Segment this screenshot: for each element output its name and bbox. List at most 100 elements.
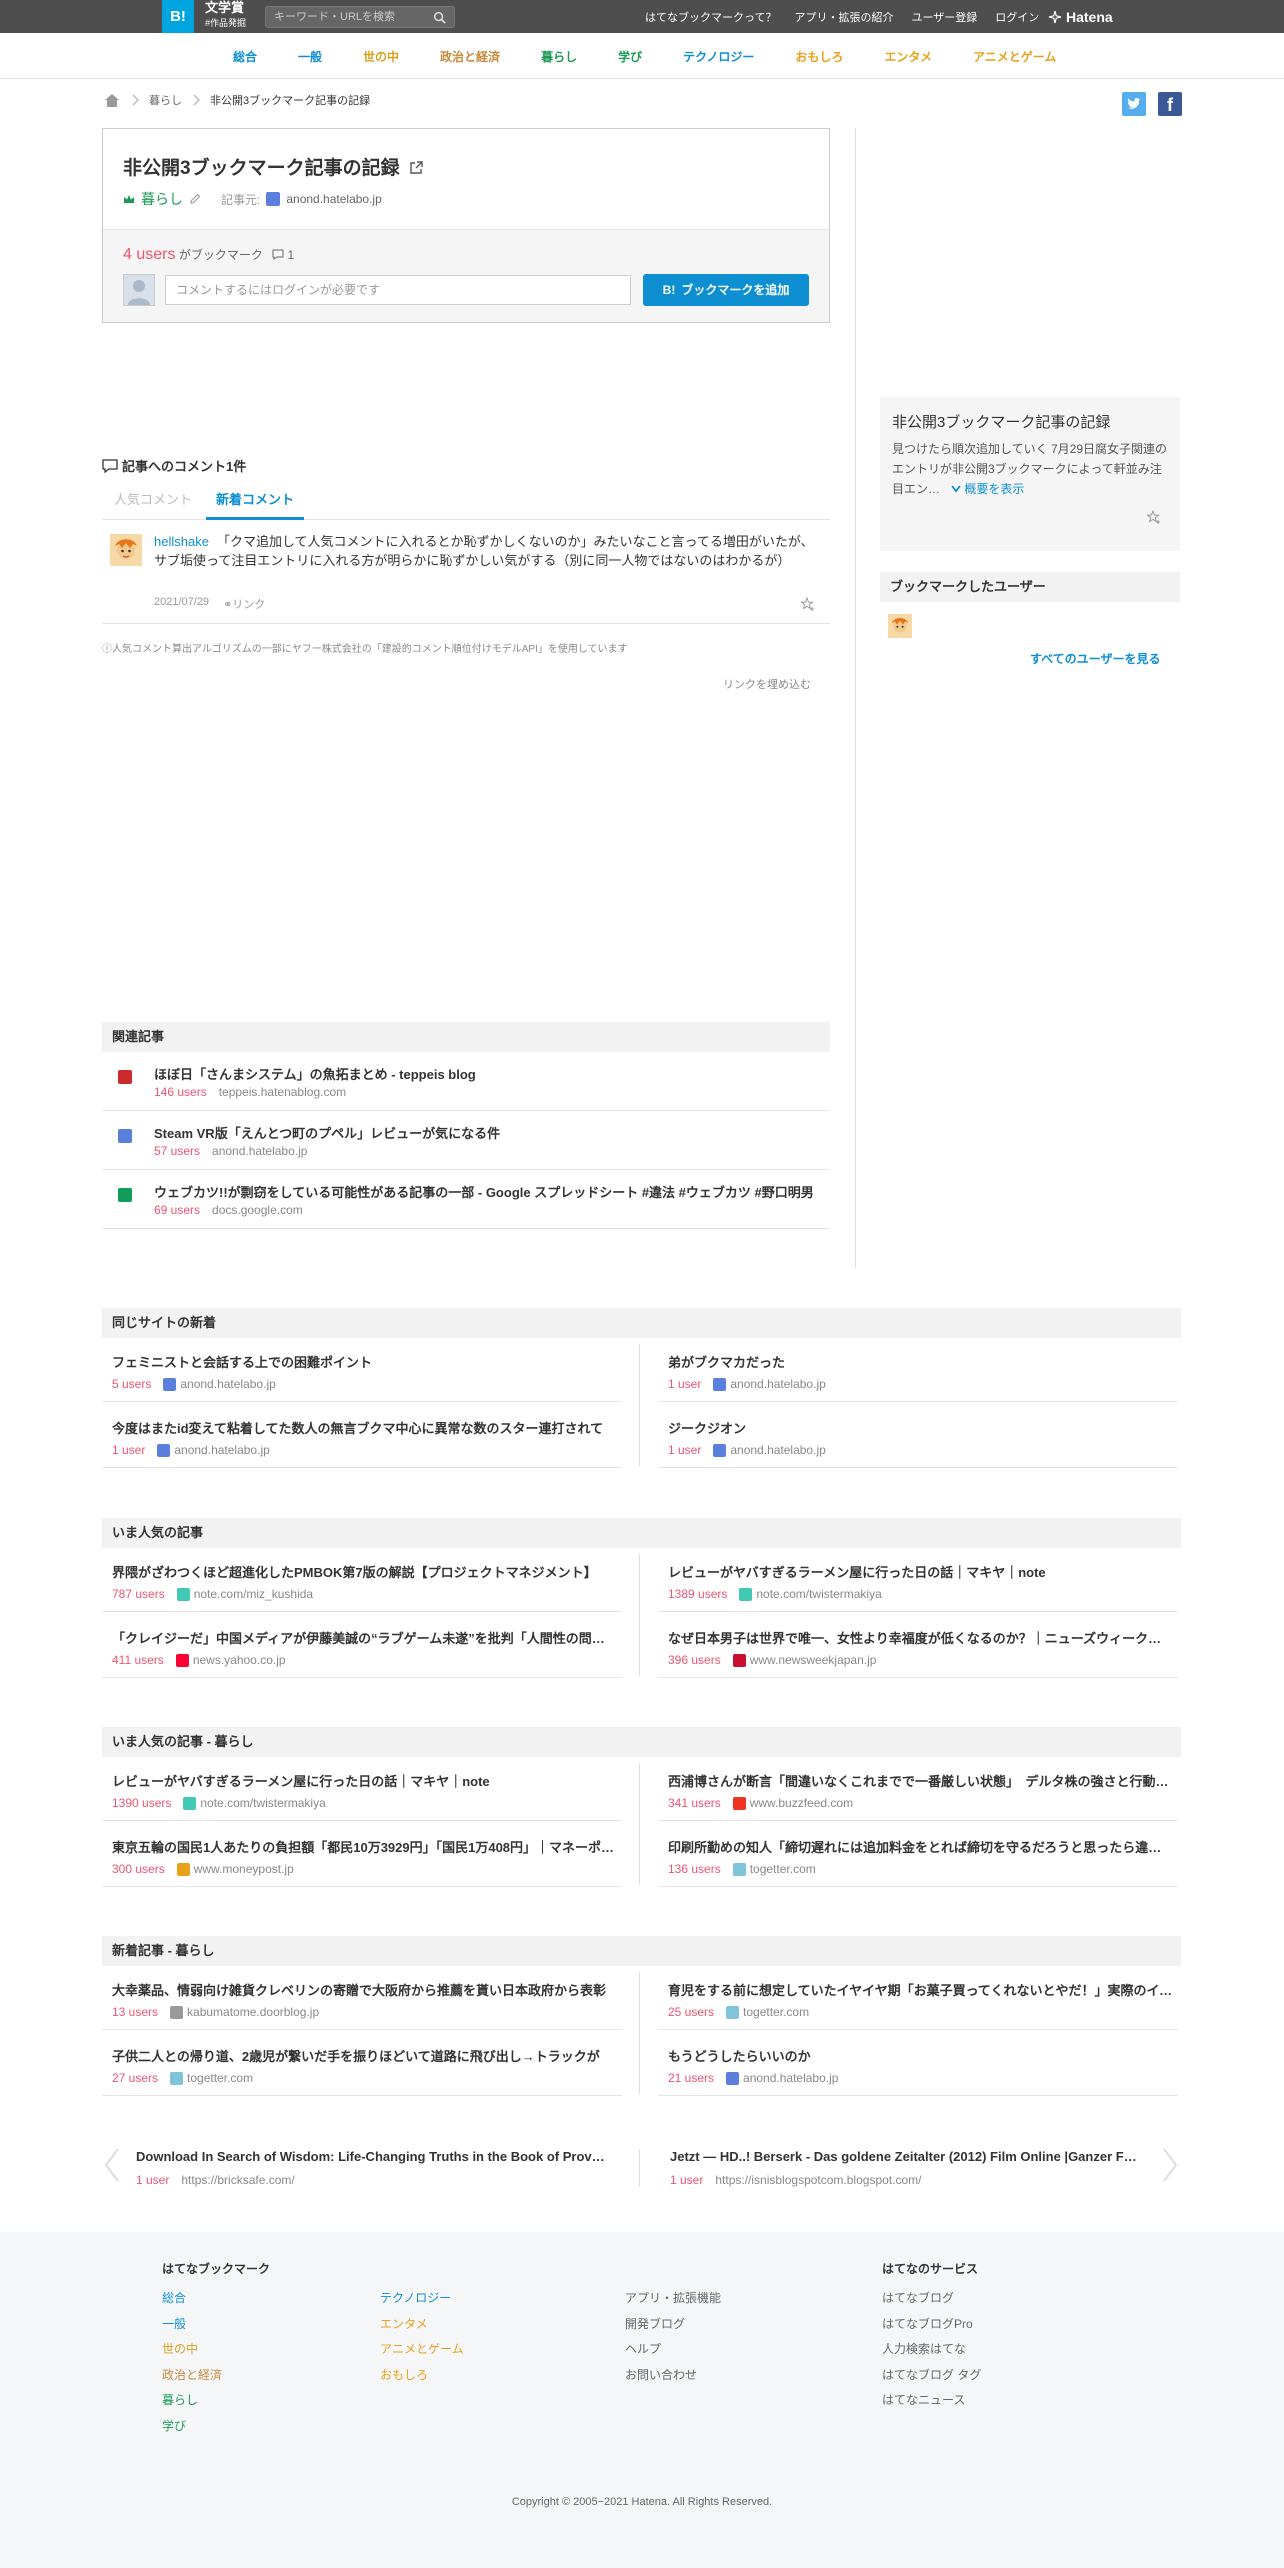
signup-link[interactable]: ユーザー登録 — [911, 9, 977, 25]
footer-link[interactable]: はてなブログPro — [882, 2312, 981, 2338]
entry-card-users[interactable]: 1 user — [112, 1443, 145, 1457]
entry-card-title[interactable]: ジークジオン — [668, 1418, 1173, 1437]
entry-title[interactable]: 非公開3ブックマーク記事の記録 — [123, 153, 424, 180]
login-link[interactable]: ログイン — [995, 9, 1039, 25]
entry-card-title[interactable]: 弟がブクマカだった — [668, 1352, 1173, 1371]
facebook-share-button[interactable]: f — [1158, 92, 1182, 116]
campaign-logo[interactable]: 文学賞 #作品発掘 — [205, 2, 246, 30]
tab-popular-comments[interactable]: 人気コメント — [114, 482, 192, 520]
entry-card[interactable]: 弟がブクマカだった 1 user anond.hatelabo.jp — [658, 1340, 1178, 1402]
entry-card-users[interactable]: 1 user — [668, 1443, 701, 1457]
entry-card-title[interactable]: レビューがヤバすぎるラーメン屋に行った日の話｜マキヤ｜note — [668, 1562, 1173, 1581]
comment-permalink[interactable]: ⚭リンク — [223, 596, 265, 612]
entry-card-title[interactable]: フェミニストと会話する上での困難ポイント — [112, 1352, 617, 1371]
entry-domain[interactable]: anond.hatelabo.jp — [286, 192, 381, 206]
category-tab[interactable]: 世の中 — [363, 48, 399, 65]
entry-card-users[interactable]: 25 users — [668, 2005, 714, 2019]
tab-new-comments[interactable]: 新着コメント — [206, 482, 305, 520]
carousel-item[interactable]: Download In Search of Wisdom: Life-Chang… — [136, 2135, 616, 2199]
hatena-bookmark-logo[interactable]: B! — [162, 0, 194, 33]
entry-card-title[interactable]: 西浦博さんが断言「間違いなくこれまでで一番厳しい状態」 デルタ株の強さと行動変容 — [668, 1771, 1173, 1790]
footer-link[interactable]: 総合 — [162, 2286, 222, 2312]
entry-card-users[interactable]: 1390 users — [112, 1796, 171, 1810]
footer-link[interactable]: おもしろ — [380, 2363, 464, 2389]
entry-card-users[interactable]: 5 users — [112, 1377, 151, 1391]
footer-link[interactable]: テクノロジー — [380, 2286, 464, 2312]
entry-card[interactable]: 印刷所勤めの知人「締切遅れには追加料金をとれば締切を守るだろうと思ったら違った」… — [658, 1825, 1178, 1887]
entry-card-users[interactable]: 1 user — [668, 1377, 701, 1391]
related-item-title[interactable]: Steam VR版「えんとつ町のプペル」レビューが気になる件 — [154, 1123, 500, 1142]
entry-card[interactable]: 西浦博さんが断言「間違いなくこれまでで一番厳しい状態」 デルタ株の強さと行動変容… — [658, 1759, 1178, 1821]
entry-card-users[interactable]: 396 users — [668, 1653, 721, 1667]
home-icon[interactable] — [103, 92, 121, 108]
footer-link[interactable]: お問い合わせ — [625, 2363, 721, 2389]
category-tab[interactable]: エンタメ — [884, 48, 932, 65]
entry-card-title[interactable]: なぜ日本男子は世界で唯一、女性より幸福度が低くなるのか？｜ニューズウィーク日本版 — [668, 1628, 1173, 1647]
entry-card[interactable]: レビューがヤバすぎるラーメン屋に行った日の話｜マキヤ｜note 1389 user… — [658, 1550, 1178, 1612]
entry-card[interactable]: 今度はまたid変えて粘着してた数人の無言ブクマ中心に異常な数のスター連打されて 1… — [102, 1406, 622, 1468]
related-item[interactable]: Steam VR版「えんとつ町のプペル」レビューが気になる件 57 users an… — [102, 1111, 830, 1170]
show-summary-link[interactable]: 概要を表示 — [943, 482, 1024, 496]
footer-link[interactable]: エンタメ — [380, 2312, 464, 2338]
search-icon[interactable] — [433, 11, 446, 24]
entry-category[interactable]: 暮らし — [141, 189, 183, 209]
footer-link[interactable]: 政治と経済 — [162, 2363, 222, 2389]
entry-card-title[interactable]: 東京五輪の国民1人あたりの負担額「都民10万3929円」「国民1万408円」｜マ… — [112, 1837, 617, 1856]
related-item[interactable]: ほぼ日「さんまシステム」の魚拓まとめ - teppeis blog 146 use… — [102, 1052, 830, 1111]
breadcrumb-category[interactable]: 暮らし — [149, 92, 182, 108]
related-item-users[interactable]: 57 users — [154, 1144, 200, 1158]
category-tab[interactable]: 暮らし — [541, 48, 577, 65]
about-link[interactable]: はてなブックマークって？ — [645, 9, 776, 25]
entry-card[interactable]: 大幸薬品、情弱向け雑貨クレベリンの寄贈で大阪府から推薦を貰い日本政府から表彰 13… — [102, 1968, 622, 2030]
footer-link[interactable]: アプリ・拡張機能 — [625, 2286, 721, 2312]
category-tab[interactable]: 総合 — [233, 48, 257, 65]
footer-link[interactable]: 学び — [162, 2414, 222, 2440]
footer-link[interactable]: はてなブログ — [882, 2286, 981, 2312]
all-users-link[interactable]: すべてのユーザーを見る — [1030, 650, 1160, 667]
footer-link[interactable]: アニメとゲーム — [380, 2337, 464, 2363]
pencil-icon[interactable] — [189, 193, 201, 205]
related-item[interactable]: ウェブカツ!!が剽窃をしている可能性がある記事の一部 - Google スプレッ… — [102, 1170, 830, 1229]
entry-card-title[interactable]: 今度はまたid変えて粘着してた数人の無言ブクマ中心に異常な数のスター連打されて — [112, 1418, 617, 1437]
carousel-item-users[interactable]: 1 user — [670, 2173, 703, 2187]
carousel-next-icon[interactable] — [1160, 2147, 1180, 2183]
entry-card-users[interactable]: 13 users — [112, 2005, 158, 2019]
add-star-icon[interactable] — [1146, 509, 1162, 525]
entry-card-users[interactable]: 300 users — [112, 1862, 165, 1876]
hatena-brand[interactable]: Hatena — [1048, 0, 1113, 33]
entry-card-title[interactable]: レビューがヤバすぎるラーメン屋に行った日の話｜マキヤ｜note — [112, 1771, 617, 1790]
entry-card[interactable]: フェミニストと会話する上での困難ポイント 5 users anond.hatelab… — [102, 1340, 622, 1402]
related-item-users[interactable]: 69 users — [154, 1203, 200, 1217]
footer-link[interactable]: 暮らし — [162, 2388, 222, 2414]
entry-card-users[interactable]: 27 users — [112, 2071, 158, 2085]
entry-card-title[interactable]: 育児をする前に想定していたイヤイヤ期「お菓子買ってくれないとやだ！」実際のイヤイ… — [668, 1980, 1173, 1999]
footer-link[interactable]: ヘルプ — [625, 2337, 721, 2363]
comment-input[interactable] — [165, 275, 631, 305]
entry-card-users[interactable]: 341 users — [668, 1796, 721, 1810]
footer-link[interactable]: 開発ブログ — [625, 2312, 721, 2338]
footer-link[interactable]: 世の中 — [162, 2337, 222, 2363]
external-link-icon[interactable] — [409, 160, 424, 175]
entry-card-title[interactable]: 大幸薬品、情弱向け雑貨クレベリンの寄贈で大阪府から推薦を貰い日本政府から表彰 — [112, 1980, 617, 1999]
footer-link[interactable]: 一般 — [162, 2312, 222, 2338]
entry-card[interactable]: もうどうしたらいいのか 21 users anond.hatelabo.jp — [658, 2034, 1178, 2096]
entry-card[interactable]: 育児をする前に想定していたイヤイヤ期「お菓子買ってくれないとやだ！」実際のイヤイ… — [658, 1968, 1178, 2030]
comment-date[interactable]: 2021/07/29 — [154, 596, 209, 612]
entry-card[interactable]: 東京五輪の国民1人あたりの負担額「都民10万3929円」「国民1万408円」｜マ… — [102, 1825, 622, 1887]
user-avatar[interactable] — [110, 534, 142, 566]
footer-link[interactable]: 人力検索はてな — [882, 2337, 981, 2363]
entry-card[interactable]: ジークジオン 1 user anond.hatelabo.jp — [658, 1406, 1178, 1468]
entry-card-users[interactable]: 136 users — [668, 1862, 721, 1876]
category-tab[interactable]: 政治と経済 — [440, 48, 500, 65]
entry-card-users[interactable]: 21 users — [668, 2071, 714, 2085]
category-tab[interactable]: アニメとゲーム — [973, 48, 1056, 65]
footer-link[interactable]: はてなブログ タグ — [882, 2363, 981, 2389]
twitter-share-button[interactable] — [1122, 92, 1146, 116]
embed-link[interactable]: リンクを埋め込む — [723, 676, 811, 692]
entry-card[interactable]: 界隈がざわつくほど超進化したPMBOK第7版の解説【プロジェクトマネジメント】 7… — [102, 1550, 622, 1612]
category-tab[interactable]: おもしろ — [795, 48, 843, 65]
related-item-title[interactable]: ウェブカツ!!が剽窃をしている可能性がある記事の一部 - Google スプレッ… — [154, 1182, 814, 1201]
entry-card[interactable]: なぜ日本男子は世界で唯一、女性より幸福度が低くなるのか？｜ニューズウィーク日本版… — [658, 1616, 1178, 1678]
related-item-users[interactable]: 146 users — [154, 1085, 207, 1099]
comment-user[interactable]: hellshake — [154, 534, 209, 549]
